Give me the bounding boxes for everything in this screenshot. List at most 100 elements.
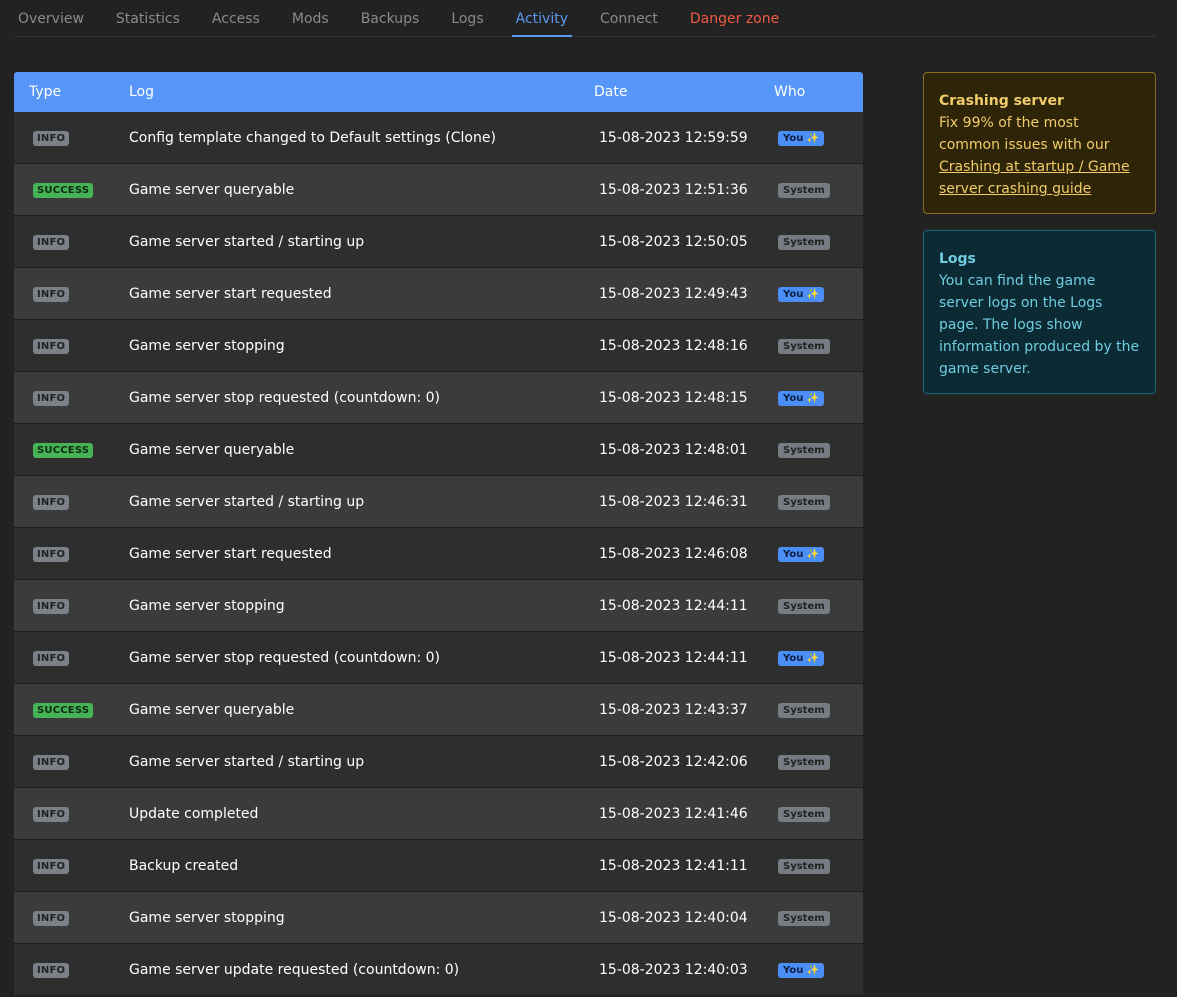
cell-type: INFO bbox=[14, 233, 129, 250]
cell-type: INFO bbox=[14, 961, 129, 978]
table-row: SUCCESS Game server queryable 15-08-2023 1… bbox=[14, 424, 863, 476]
alert-text: You can find the game server logs on the… bbox=[939, 273, 1140, 377]
cell-type: INFO bbox=[14, 857, 129, 874]
tab-overview[interactable]: Overview bbox=[14, 0, 88, 36]
sparkle-icon: ✨ bbox=[806, 653, 820, 664]
who-label: System bbox=[783, 185, 825, 196]
cell-who: System bbox=[774, 909, 863, 926]
table-row: INFO Game server update requested (countd… bbox=[14, 944, 863, 996]
alert-text: Fix 99% of the most common issues with o… bbox=[939, 115, 1110, 153]
cell-who: You ✨ bbox=[774, 389, 863, 406]
tab-access[interactable]: Access bbox=[208, 0, 264, 36]
column-header-who: Who bbox=[774, 84, 806, 100]
cell-type: INFO bbox=[14, 545, 129, 562]
table-row: INFO Game server stopping 15-08-2023 12:40… bbox=[14, 892, 863, 944]
type-badge: INFO bbox=[33, 339, 70, 354]
tab-bar: Overview Statistics Access Mods Backups Logs A… bbox=[14, 0, 1156, 37]
table-row: INFO Game server started / starting up 15-… bbox=[14, 736, 863, 788]
tab-mods[interactable]: Mods bbox=[288, 0, 333, 36]
type-badge: INFO bbox=[33, 287, 70, 302]
cell-date: 15-08-2023 12:49:43 bbox=[599, 285, 748, 302]
cell-date: 15-08-2023 12:40:03 bbox=[599, 961, 748, 978]
who-badge: System bbox=[778, 339, 830, 354]
cell-who: System bbox=[774, 233, 863, 250]
who-badge: You ✨ bbox=[778, 651, 825, 666]
cell-type: INFO bbox=[14, 493, 129, 510]
who-badge: System bbox=[778, 859, 830, 874]
type-badge: INFO bbox=[33, 859, 70, 874]
tab-connect[interactable]: Connect bbox=[596, 0, 662, 36]
cell-log: Game server started / starting up bbox=[129, 493, 365, 510]
table-row: INFO Game server stopping 15-08-2023 12:44… bbox=[14, 580, 863, 632]
cell-log: Game server started / starting up bbox=[129, 233, 365, 250]
who-label: System bbox=[783, 497, 825, 508]
crashing-guide-link[interactable]: Crashing at startup / Game server crashi… bbox=[939, 159, 1130, 197]
cell-date: 15-08-2023 12:44:11 bbox=[599, 597, 748, 614]
type-badge: INFO bbox=[33, 911, 70, 926]
cell-log: Game server start requested bbox=[129, 545, 332, 562]
tab-backups[interactable]: Backups bbox=[357, 0, 424, 36]
who-label: You bbox=[783, 549, 804, 560]
cell-log: Game server stopping bbox=[129, 337, 285, 354]
who-label: You bbox=[783, 653, 804, 664]
tab-danger-zone[interactable]: Danger zone bbox=[686, 0, 783, 36]
type-badge: SUCCESS bbox=[33, 183, 94, 198]
cell-who: System bbox=[774, 805, 863, 822]
cell-who: System bbox=[774, 441, 863, 458]
cell-log: Game server stopping bbox=[129, 909, 285, 926]
column-header-log: Log bbox=[129, 84, 155, 100]
cell-log: Game server started / starting up bbox=[129, 753, 365, 770]
tab-activity[interactable]: Activity bbox=[511, 0, 573, 37]
cell-type: INFO bbox=[14, 909, 129, 926]
type-badge: INFO bbox=[33, 807, 70, 822]
type-badge: INFO bbox=[33, 755, 70, 770]
cell-date: 15-08-2023 12:59:59 bbox=[599, 129, 748, 146]
who-badge: You ✨ bbox=[778, 547, 825, 562]
cell-date: 15-08-2023 12:41:11 bbox=[599, 857, 748, 874]
cell-who: System bbox=[774, 493, 863, 510]
cell-who: System bbox=[774, 337, 863, 354]
who-label: System bbox=[783, 809, 825, 820]
cell-date: 15-08-2023 12:43:37 bbox=[599, 701, 748, 718]
cell-log: Config template changed to Default setti… bbox=[129, 129, 496, 146]
column-header-date: Date bbox=[594, 84, 628, 100]
table-row: INFO Game server started / starting up 15-… bbox=[14, 216, 863, 268]
type-badge: INFO bbox=[33, 963, 70, 978]
sparkle-icon: ✨ bbox=[806, 965, 820, 976]
cell-type: SUCCESS bbox=[14, 181, 129, 198]
cell-date: 15-08-2023 12:46:31 bbox=[599, 493, 748, 510]
who-label: System bbox=[783, 601, 825, 612]
who-badge: You ✨ bbox=[778, 131, 825, 146]
cell-type: SUCCESS bbox=[14, 441, 129, 458]
who-badge: System bbox=[778, 755, 830, 770]
cell-log: Game server queryable bbox=[129, 441, 295, 458]
cell-date: 15-08-2023 12:40:04 bbox=[599, 909, 748, 926]
cell-log: Game server update requested (countdown:… bbox=[129, 961, 460, 978]
cell-type: INFO bbox=[14, 389, 129, 406]
cell-who: You ✨ bbox=[774, 545, 863, 562]
who-badge: System bbox=[778, 495, 830, 510]
type-badge: INFO bbox=[33, 495, 70, 510]
table-row: INFO Update completed 15-08-2023 12:41:46 S… bbox=[14, 788, 863, 840]
cell-who: System bbox=[774, 857, 863, 874]
table-body: INFO Config template changed to Default s… bbox=[14, 112, 863, 996]
cell-log: Game server start requested bbox=[129, 285, 332, 302]
type-badge: INFO bbox=[33, 235, 70, 250]
cell-who: System bbox=[774, 181, 863, 198]
who-label: You bbox=[783, 289, 804, 300]
type-badge: INFO bbox=[33, 391, 70, 406]
alert-title: Crashing server bbox=[939, 93, 1064, 109]
cell-type: INFO bbox=[14, 805, 129, 822]
cell-log: Game server stop requested (countdown: 0… bbox=[129, 649, 441, 666]
who-label: You bbox=[783, 393, 804, 404]
who-label: System bbox=[783, 237, 825, 248]
tab-statistics[interactable]: Statistics bbox=[112, 0, 184, 36]
cell-who: You ✨ bbox=[774, 285, 863, 302]
who-badge: System bbox=[778, 443, 830, 458]
type-badge: INFO bbox=[33, 547, 70, 562]
tab-logs[interactable]: Logs bbox=[447, 0, 487, 36]
cell-log: Update completed bbox=[129, 805, 259, 822]
who-label: System bbox=[783, 341, 825, 352]
table-row: INFO Game server stopping 15-08-2023 12:48… bbox=[14, 320, 863, 372]
sparkle-icon: ✨ bbox=[806, 549, 820, 560]
